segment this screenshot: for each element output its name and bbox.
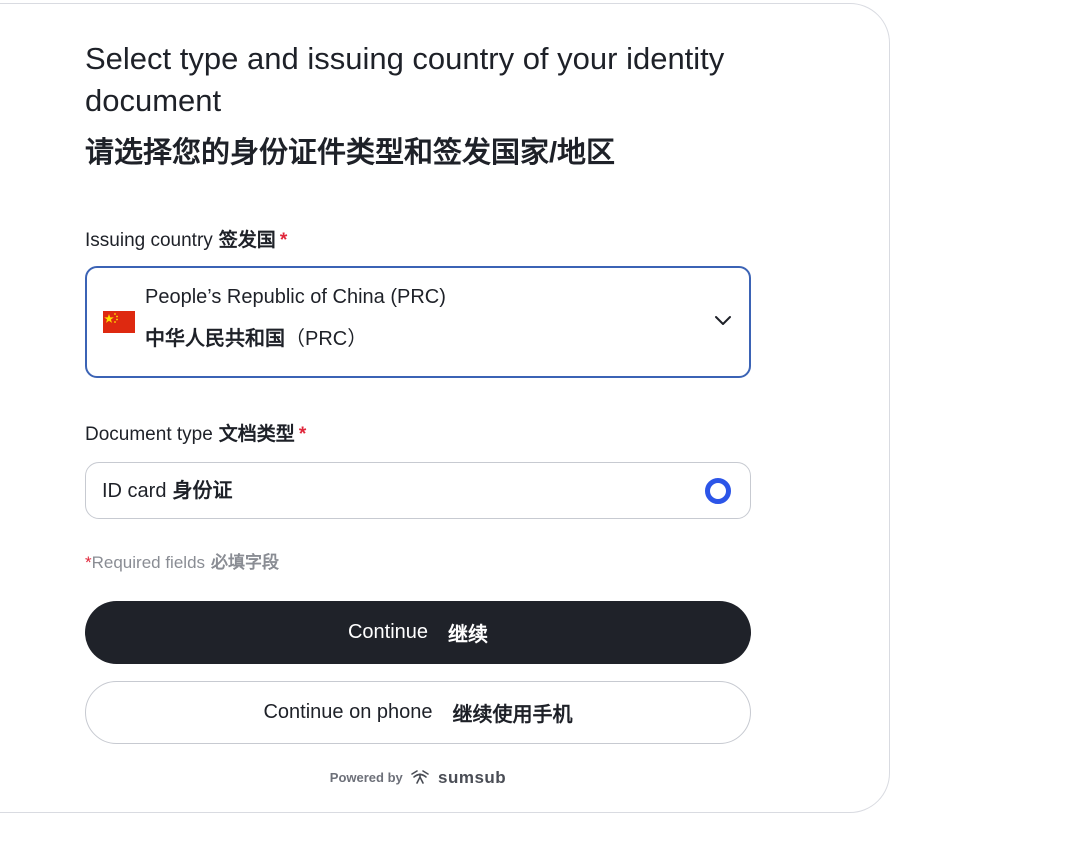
document-type-label-en: Document type xyxy=(85,424,213,445)
document-option-id-card[interactable]: ID card 身份证 xyxy=(85,462,751,519)
document-option-label-en: ID card xyxy=(102,480,167,502)
document-type-label-zh: 文档类型 xyxy=(218,424,295,445)
selected-country-zh: 中华人民共和国（PRC） xyxy=(145,326,367,352)
powered-by-text: Powered by xyxy=(329,770,403,785)
china-flag-icon xyxy=(103,311,135,333)
continue-button[interactable]: Continue 继续 xyxy=(85,601,751,664)
issuing-country-label-en: Issuing country xyxy=(85,230,213,251)
powered-by-footer: Powered by sumsub xyxy=(85,768,751,788)
required-fields-note: *Required fields 必填字段 xyxy=(85,552,279,574)
document-option-label-zh: 身份证 xyxy=(172,480,233,502)
continue-on-phone-button[interactable]: Continue on phone 继续使用手机 xyxy=(85,681,751,744)
required-fields-text-zh: 必填字段 xyxy=(211,553,280,572)
continue-on-phone-label-zh: 继续使用手机 xyxy=(452,704,573,726)
selected-country-en: People’s Republic of China (PRC) xyxy=(145,286,446,308)
selected-country-zh-suffix: （PRC） xyxy=(285,328,368,350)
required-asterisk: * xyxy=(298,424,307,445)
chevron-down-icon[interactable] xyxy=(713,313,733,327)
required-asterisk: * xyxy=(279,230,288,251)
continue-on-phone-label-en: Continue on phone xyxy=(263,701,433,723)
radio-selected-icon[interactable] xyxy=(705,478,731,504)
issuing-country-label: Issuing country 签发国 * xyxy=(85,229,287,253)
page-title-chinese: 请选择您的身份证件类型和签发国家/地区 xyxy=(85,137,616,169)
document-option-label: ID card 身份证 xyxy=(102,479,232,503)
continue-button-label-zh: 继续 xyxy=(448,624,489,646)
required-asterisk: * xyxy=(85,553,92,572)
issuing-country-label-zh: 签发国 xyxy=(218,230,276,251)
sumsub-logo-icon xyxy=(410,769,430,788)
page-title: Select type and issuing country of your … xyxy=(85,41,725,118)
sumsub-brand: sumsub xyxy=(438,768,507,787)
selected-country-zh-name: 中华人民共和国 xyxy=(145,328,285,350)
continue-button-label-en: Continue xyxy=(347,621,429,643)
document-type-label: Document type 文档类型 * xyxy=(85,423,306,447)
required-fields-text-en: Required fields xyxy=(91,553,206,572)
issuing-country-select[interactable]: People’s Republic of China (PRC) 中华人民共和国… xyxy=(85,266,751,378)
